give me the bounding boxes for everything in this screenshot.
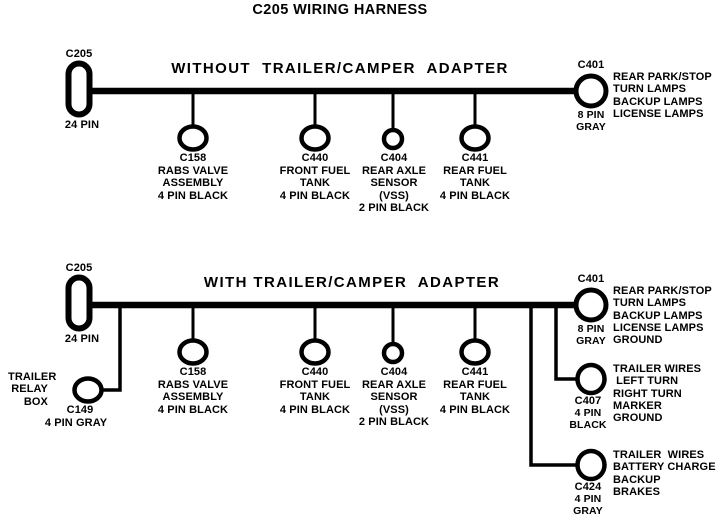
connector-c440-label-2: C440 <box>301 366 329 378</box>
connector-c205-icon <box>65 60 93 118</box>
connector-c401-pins-2: 8 PIN <box>577 323 605 335</box>
connector-c441-desc: REAR FUEL TANK 4 PIN BLACK <box>439 165 511 202</box>
connector-c424-descriptions: TRAILER WIRES BATTERY CHARGE BACKUP BRAKES <box>613 449 716 498</box>
connector-c407-icon <box>575 362 607 396</box>
connector-c440-icon <box>299 124 331 152</box>
connector-c401-color: GRAY <box>576 121 606 133</box>
connector-c440-desc-2: FRONT FUEL TANK 4 PIN BLACK <box>279 379 351 416</box>
connector-c404-desc-2: REAR AXLE SENSOR (VSS) 2 PIN BLACK <box>358 379 430 428</box>
connector-c158-desc-2: RABS VALVE ASSEMBLY 4 PIN BLACK <box>157 379 229 416</box>
connector-c158-icon-2 <box>177 338 209 366</box>
connector-c407-spec: 4 PIN BLACK <box>569 407 607 431</box>
connector-c158-label-2: C158 <box>179 366 207 378</box>
connector-c401-label-2: C401 <box>577 273 605 285</box>
connector-c401-color-2: GRAY <box>576 335 606 347</box>
connector-c404-label-2: C404 <box>380 366 408 378</box>
connector-c401-icon-2 <box>573 287 609 323</box>
connector-c205-pins: 24 PIN <box>64 119 100 131</box>
connector-c401-descriptions: REAR PARK/STOP TURN LAMPS BACKUP LAMPS LICE… <box>613 71 712 120</box>
connector-c401-descriptions-2: REAR PARK/STOP TURN LAMPS BACKUP LAMPS LICE… <box>613 285 712 347</box>
connector-c407-label: C407 <box>574 395 602 407</box>
connector-c440-desc: FRONT FUEL TANK 4 PIN BLACK <box>279 165 351 202</box>
branch-path-c149 <box>101 305 122 392</box>
connector-c407-descriptions: TRAILER WIRES LEFT TURN RIGHT TURN MARKER G… <box>613 363 702 425</box>
connector-c149-pins: 4 PIN GRAY <box>44 417 108 429</box>
connector-c205-pins-2: 24 PIN <box>64 333 100 345</box>
connector-c205-icon-2 <box>65 274 93 332</box>
connector-c441-icon-2 <box>459 338 491 366</box>
connector-c205-label: C205 <box>65 48 93 60</box>
connector-c424-spec: 4 PIN GRAY <box>573 493 603 517</box>
connector-c441-icon <box>459 124 491 152</box>
connector-c424-label: C424 <box>574 481 602 493</box>
connector-c424-icon <box>575 448 607 482</box>
connector-c404-label: C404 <box>380 152 408 164</box>
connector-c401-pins: 8 PIN <box>577 109 605 121</box>
trailer-relay-box-label: TRAILER RELAY BOX <box>8 371 57 408</box>
connector-c149-icon <box>72 376 104 404</box>
connector-c404-icon <box>381 127 405 151</box>
connector-c149-label: C149 <box>66 404 94 416</box>
section-heading-with-adapter: WITH TRAILER/CAMPER ADAPTER <box>203 274 501 291</box>
page-title: C205 WIRING HARNESS <box>252 2 428 18</box>
connector-c158-desc: RABS VALVE ASSEMBLY 4 PIN BLACK <box>157 165 229 202</box>
connector-c441-label: C441 <box>461 152 489 164</box>
connector-c158-label: C158 <box>179 152 207 164</box>
connector-c404-desc: REAR AXLE SENSOR (VSS) 2 PIN BLACK <box>358 165 430 214</box>
connector-c441-desc-2: REAR FUEL TANK 4 PIN BLACK <box>439 379 511 416</box>
section-heading-without-adapter: WITHOUT TRAILER/CAMPER ADAPTER <box>171 60 509 77</box>
branch-path-c407 <box>554 305 578 381</box>
connector-c205-label-2: C205 <box>65 262 93 274</box>
connector-c440-label: C440 <box>301 152 329 164</box>
connector-c404-icon-2 <box>381 341 405 365</box>
connector-c401-icon <box>573 73 609 109</box>
connector-c158-icon <box>177 124 209 152</box>
connector-c441-label-2: C441 <box>461 366 489 378</box>
connector-c440-icon-2 <box>299 338 331 366</box>
connector-c401-label: C401 <box>577 59 605 71</box>
